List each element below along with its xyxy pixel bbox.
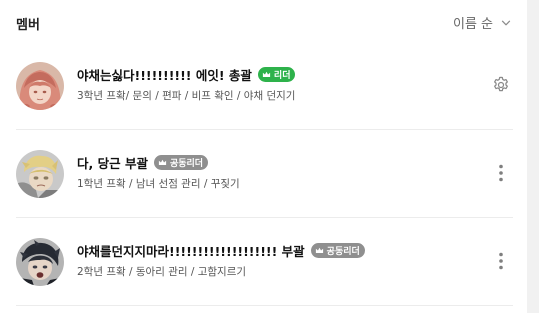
crown-icon <box>315 246 324 255</box>
member-description: 2학년 프확 / 동아리 관리 / 고함지르기 <box>77 266 247 278</box>
crown-icon <box>262 70 271 79</box>
avatar[interactable] <box>16 238 64 286</box>
leader-badge: 리더 <box>257 66 296 82</box>
more-vertical-icon <box>498 164 504 182</box>
avatar-image-pink-hair <box>16 62 64 110</box>
more-options-button[interactable] <box>489 249 513 273</box>
more-options-button[interactable] <box>489 161 513 185</box>
member-name-line: 야채를던지지마라!!!!!!!!!!!!!!!!!!! 부괄 공동리더 <box>77 241 465 259</box>
avatar-image-blond-hair <box>16 150 64 198</box>
badge-label: 공동리더 <box>169 158 204 169</box>
panel-title: 멤버 <box>16 18 40 33</box>
member-name: 야채는싫다!!!!!!!!!! 에잇! 총괄 <box>77 67 252 83</box>
badge-label: 리더 <box>273 70 291 81</box>
member-list: 야채는싫다!!!!!!!!!! 에잇! 총괄 리더 3학년 프확/ 문의 / 편… <box>16 42 513 306</box>
chevron-down-icon <box>501 18 511 28</box>
member-info: 야채를던지지마라!!!!!!!!!!!!!!!!!!! 부괄 공동리더 2학년 … <box>77 241 465 279</box>
members-header: 멤버 이름 순 <box>16 12 513 34</box>
sort-dropdown[interactable]: 이름 순 <box>453 13 511 32</box>
coleader-badge: 공동리더 <box>310 242 365 258</box>
member-name-line: 야채는싫다!!!!!!!!!! 에잇! 총괄 리더 <box>77 65 465 83</box>
scrollbar-track[interactable] <box>527 0 539 313</box>
badge-label: 공동리더 <box>326 246 360 257</box>
settings-button[interactable] <box>489 73 513 97</box>
member-info: 다, 당근 부괄 공동리더 1학년 프확 / 남녀 선점 관리 / 꾸짖기 <box>77 153 465 191</box>
member-info: 야채는싫다!!!!!!!!!! 에잇! 총괄 리더 3학년 프확/ 문의 / 편… <box>77 65 465 103</box>
member-name: 야채를던지지마라!!!!!!!!!!!!!!!!!!! 부괄 <box>77 243 305 259</box>
member-name-line: 다, 당근 부괄 공동리더 <box>77 153 465 171</box>
gear-icon <box>491 75 511 95</box>
member-row[interactable]: 야채는싫다!!!!!!!!!! 에잇! 총괄 리더 3학년 프확/ 문의 / 편… <box>16 42 513 130</box>
member-description: 1학년 프확 / 남녀 선점 관리 / 꾸짖기 <box>77 178 240 190</box>
members-panel: 멤버 이름 순 야채는싫다!!!!!!!!!! 에잇! 총괄 리더 3학년 프확… <box>0 0 527 313</box>
avatar[interactable] <box>16 62 64 110</box>
coleader-badge: 공동리더 <box>153 154 209 170</box>
more-vertical-icon <box>498 252 504 270</box>
avatar[interactable] <box>16 150 64 198</box>
crown-icon <box>158 158 167 167</box>
member-row[interactable]: 다, 당근 부괄 공동리더 1학년 프확 / 남녀 선점 관리 / 꾸짖기 <box>16 130 513 218</box>
member-name: 다, 당근 부괄 <box>77 155 148 171</box>
member-row[interactable]: 야채를던지지마라!!!!!!!!!!!!!!!!!!! 부괄 공동리더 2학년 … <box>16 218 513 306</box>
member-description: 3학년 프확/ 문의 / 편파 / 비프 확인 / 야채 던지기 <box>77 90 296 102</box>
sort-label: 이름 순 <box>452 17 493 32</box>
avatar-image-dark-hair <box>16 238 64 286</box>
